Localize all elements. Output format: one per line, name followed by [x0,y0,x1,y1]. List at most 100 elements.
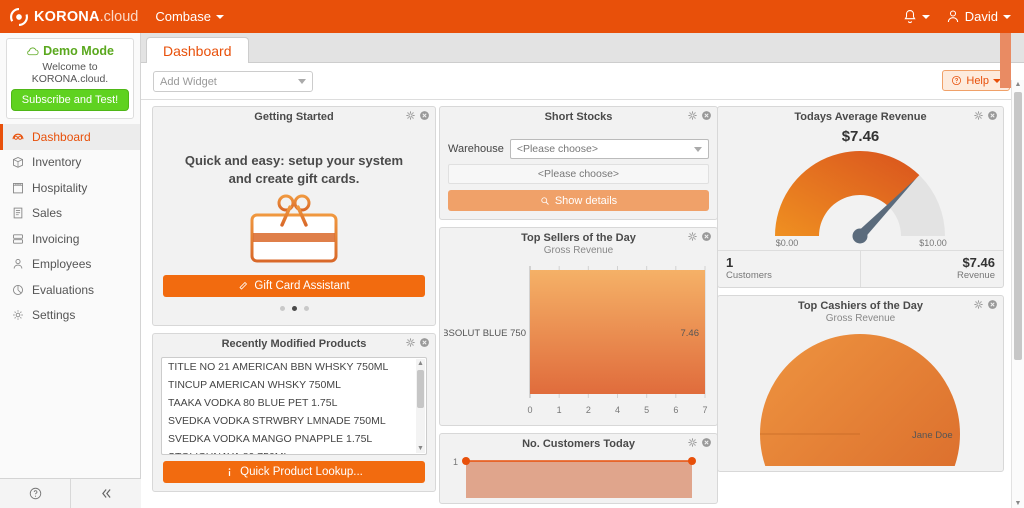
product-list[interactable]: TITLE NO 21 AMERICAN BBN WHSKY 750ML TIN… [161,357,427,455]
user-name: David [965,9,998,24]
widget-tools [687,110,712,121]
scroll-down-icon[interactable]: ▼ [416,444,425,453]
brand-logo-area[interactable]: KORONA.cloud [9,7,138,27]
warehouse-value: <Please choose> [517,143,598,155]
widget-tools [973,299,998,310]
add-widget-select[interactable]: Add Widget [153,71,313,92]
gear-icon[interactable] [405,337,416,348]
carousel-dot[interactable] [304,306,309,311]
help-label: Help [966,75,989,87]
gauge-min-label: $0.00 [776,238,799,248]
subscribe-and-test-button[interactable]: Subscribe and Test! [11,89,129,111]
carousel-dot[interactable] [280,306,285,311]
brand-suffix: .cloud [100,9,139,25]
chevron-down-icon [298,79,306,84]
getting-started-headline: Quick and easy: setup your system and cr… [161,152,427,187]
widget-title: Top Cashiers of the Day [798,300,923,312]
carousel-dot-active[interactable] [292,306,297,311]
sidebar-item-label: Settings [32,308,75,322]
sidebar-help-button[interactable] [0,479,70,508]
widget-title: Short Stocks [545,111,613,123]
gear-icon[interactable] [973,299,984,310]
customers-label: Customers [726,270,852,281]
notifications-button[interactable] [903,9,930,24]
gift-card-assistant-button[interactable]: Gift Card Assistant [163,275,425,297]
widget-column-left: Getting Started Quick and [152,106,436,499]
sidebar-collapse-button[interactable] [70,479,141,508]
page-scrollbar[interactable]: ▲ ▼ [1011,80,1024,508]
list-item[interactable]: TINCUP AMERICAN WHSKY 750ML [162,376,426,394]
close-circle-icon[interactable] [419,110,430,121]
list-item[interactable]: TITLE NO 21 AMERICAN BBN WHSKY 750ML [162,358,426,376]
gauge-stats: 1 Customers $7.46 Revenue [718,250,1003,287]
tenant-selector[interactable]: Combase [155,9,224,24]
sidebar-item-inventory[interactable]: Inventory [0,150,140,176]
y-axis-tick-label: 1 [453,457,458,467]
sidebar-item-dashboard[interactable]: Dashboard [0,124,140,150]
widget-column-middle: Short Stocks Warehouse [439,106,718,508]
gear-icon[interactable] [687,437,698,448]
wand-icon [238,281,248,291]
close-circle-icon[interactable] [987,299,998,310]
list-item[interactable]: SVEDKA VODKA MANGO PNAPPLE 1.75L [162,430,426,448]
warehouse-select[interactable]: <Please choose> [510,139,709,159]
top-cashiers-pie-chart: Jane Doe [722,326,999,466]
gear-icon[interactable] [687,110,698,121]
x-axis-tick-label: 1 [557,405,562,415]
gauge-max-label: $10.00 [919,238,947,248]
gear-icon[interactable] [973,110,984,121]
close-circle-icon[interactable] [987,110,998,121]
page-scrollbar-thumb[interactable] [1014,92,1022,360]
invoice-icon [11,232,25,246]
chevron-down-icon [216,15,224,19]
scroll-down-icon[interactable]: ▼ [1012,500,1024,507]
sidebar-item-label: Inventory [32,155,81,169]
show-details-label: Show details [555,195,617,207]
gear-icon[interactable] [405,110,416,121]
pie-slice [760,334,960,466]
cloud-icon [26,47,39,56]
sidebar-item-label: Invoicing [32,232,79,246]
close-circle-icon[interactable] [419,337,430,348]
sidebar-item-label: Employees [32,257,91,271]
scrollbar-thumb[interactable] [417,370,424,408]
chevron-down-icon [694,147,702,152]
list-scrollbar[interactable]: ▲ ▼ [416,359,425,453]
close-circle-icon[interactable] [701,437,712,448]
warehouse-label: Warehouse [448,143,504,155]
quick-product-lookup-button[interactable]: Quick Product Lookup... [163,461,425,483]
user-menu[interactable]: David [946,9,1011,24]
show-details-button[interactable]: Show details [448,190,709,211]
widget-title: Getting Started [254,111,333,123]
gauge-wrap: $0.00 $10.00 [718,143,1003,248]
sidebar-item-hospitality[interactable]: Hospitality [0,175,140,201]
person-icon [946,9,960,24]
tab-dashboard[interactable]: Dashboard [146,37,249,63]
widget-tools [687,231,712,242]
list-item[interactable]: SVEDKA VODKA STRWBRY LMNADE 750ML [162,412,426,430]
sidebar-item-invoicing[interactable]: Invoicing [0,226,140,252]
close-circle-icon[interactable] [701,231,712,242]
gear-icon[interactable] [687,231,698,242]
sidebar-item-employees[interactable]: Employees [0,252,140,278]
sidebar-item-label: Sales [32,206,62,220]
close-circle-icon[interactable] [701,110,712,121]
search-icon [540,196,550,206]
list-item[interactable]: TAAKA VODKA 80 BLUE PET 1.75L [162,394,426,412]
list-item[interactable]: STOLICHNAYA 80 750ML [162,448,426,455]
sidebar-item-sales[interactable]: Sales [0,201,140,227]
sidebar-item-settings[interactable]: Settings [0,303,140,329]
box-icon [11,155,25,169]
sidebar-item-evaluations[interactable]: Evaluations [0,277,140,303]
widget-header: No. Customers Today [440,434,717,453]
scroll-up-icon[interactable]: ▲ [416,359,425,368]
gift-card-icon [238,193,350,265]
chevron-down-icon [922,15,930,19]
widget-short-stocks: Short Stocks Warehouse [439,106,718,220]
top-bar: KORONA.cloud Combase David [0,0,1024,33]
scroll-up-icon[interactable]: ▲ [1012,81,1024,88]
bar-value-label: 7.46 [681,328,700,339]
widget-tools [973,110,998,121]
tenant-label: Combase [155,9,211,24]
x-axis-tick-label: 7 [702,405,707,415]
